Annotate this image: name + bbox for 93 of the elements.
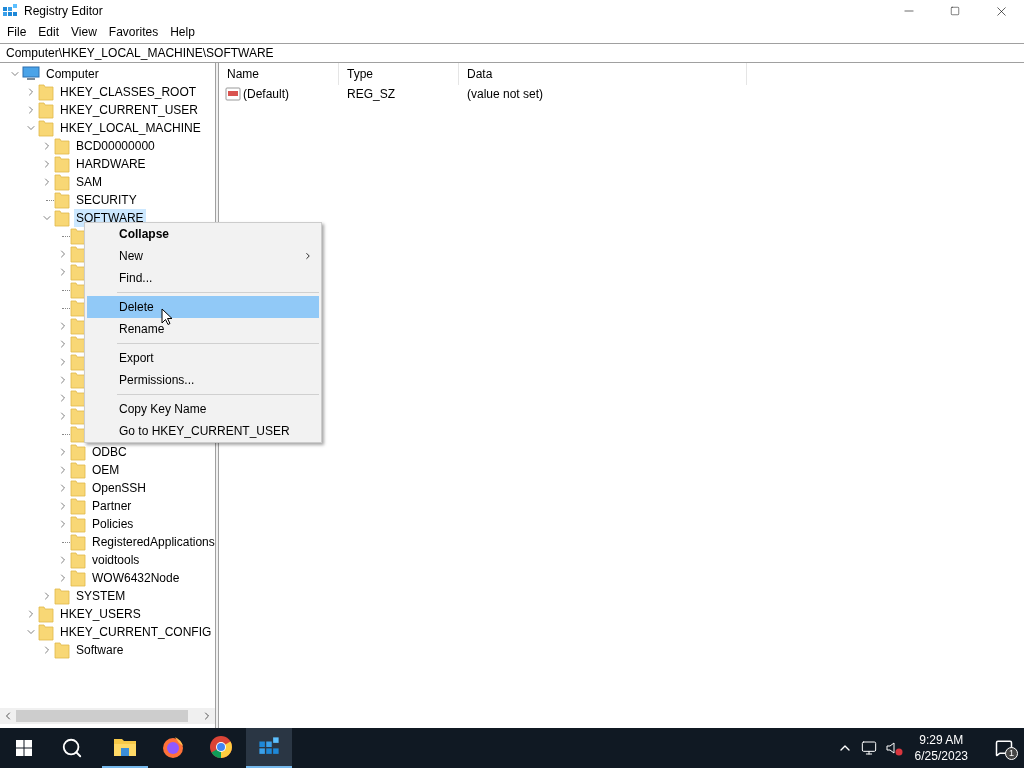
tree-item[interactable]: voidtools — [90, 551, 142, 569]
tree-item[interactable]: Software — [74, 641, 126, 659]
tree-item[interactable]: Policies — [90, 515, 136, 533]
computer-icon — [22, 66, 40, 82]
menu-item[interactable]: Go to HKEY_CURRENT_USER — [87, 420, 319, 442]
folder-icon — [70, 479, 86, 497]
tree-item[interactable]: OEM — [90, 461, 122, 479]
folder-icon — [54, 209, 70, 227]
folder-icon — [70, 551, 86, 569]
menu-item[interactable]: File — [1, 23, 33, 41]
folder-icon — [70, 263, 86, 281]
tree-item[interactable]: SAM — [74, 173, 104, 191]
folder-icon — [54, 137, 70, 155]
folder-icon — [54, 587, 70, 605]
clock-date: 6/25/2023 — [914, 748, 968, 764]
table-cell-text: (Default) — [243, 86, 289, 103]
folder-icon — [38, 119, 54, 137]
tree-item[interactable]: BCD00000000 — [74, 137, 157, 155]
tree-item[interactable]: ODBC — [90, 443, 129, 461]
menu-item[interactable]: Delete — [87, 296, 319, 318]
window-title: Registry Editor — [24, 3, 103, 20]
tree-item[interactable]: HARDWARE — [74, 155, 148, 173]
tree-item[interactable]: Computer — [44, 65, 101, 83]
notification-count: 1 — [1005, 747, 1018, 760]
column-header[interactable]: Name — [219, 63, 339, 85]
folder-icon — [70, 353, 86, 371]
tree-item[interactable]: HKEY_USERS — [58, 605, 143, 623]
folder-icon — [70, 389, 86, 407]
menu-item[interactable]: Help — [164, 23, 201, 41]
browser-icon — [161, 735, 185, 759]
address-bar[interactable]: Computer\HKEY_LOCAL_MACHINE\SOFTWARE — [0, 43, 1024, 63]
search-icon — [61, 737, 83, 759]
menu-item[interactable]: Permissions... — [87, 369, 319, 391]
menu-item[interactable]: View — [65, 23, 103, 41]
folder-icon — [70, 407, 86, 425]
table-cell-text: REG_SZ — [346, 86, 396, 103]
tree-item[interactable]: HKEY_CURRENT_USER — [58, 101, 201, 119]
menu-item[interactable]: New — [87, 245, 319, 267]
folder-icon — [70, 371, 86, 389]
folder-icon — [70, 515, 86, 533]
restore-icon — [950, 6, 960, 16]
menu-item[interactable]: Export — [87, 347, 319, 369]
folder-icon — [70, 317, 86, 335]
tree-item[interactable]: HKEY_LOCAL_MACHINE — [58, 119, 203, 137]
string-value-icon — [225, 86, 241, 102]
folder-icon — [54, 641, 70, 659]
folder-icon — [70, 569, 86, 587]
column-header[interactable]: Data — [459, 63, 747, 85]
folder-icon — [38, 605, 54, 623]
menu-item[interactable]: Rename — [87, 318, 319, 340]
tree-item[interactable]: OpenSSH — [90, 479, 149, 497]
tree-item[interactable]: HKEY_CLASSES_ROOT — [58, 83, 199, 101]
network-icon[interactable] — [860, 740, 877, 756]
folder-icon — [70, 443, 86, 461]
menu-item[interactable]: Find... — [87, 267, 319, 289]
table-cell-text: (value not set) — [466, 86, 544, 103]
folder-icon — [70, 245, 86, 263]
folder-icon — [70, 461, 86, 479]
folder-icon — [38, 83, 54, 101]
folder-icon — [38, 101, 54, 119]
clock-time: 9:29 AM — [919, 732, 964, 748]
tree-item[interactable]: RegisteredApplications — [90, 533, 215, 551]
browser-icon — [209, 735, 233, 759]
menu-item[interactable]: Favorites — [102, 23, 165, 41]
menu-item[interactable]: Edit — [32, 23, 66, 41]
folder-icon — [70, 335, 86, 353]
tree-item[interactable]: SECURITY — [74, 191, 139, 209]
tree-item[interactable]: WOW6432Node — [90, 569, 182, 587]
folder-icon — [70, 533, 86, 551]
folder-icon — [70, 227, 86, 245]
notifications-icon — [995, 739, 1013, 757]
folder-icon — [38, 623, 54, 641]
menu-item[interactable]: Copy Key Name — [87, 398, 319, 420]
scrollbar-thumb[interactable] — [16, 710, 188, 722]
folder-icon — [70, 425, 86, 443]
column-header[interactable]: Type — [339, 63, 459, 85]
folder-icon — [113, 737, 137, 757]
tree-item[interactable]: SYSTEM — [74, 587, 128, 605]
folder-icon — [54, 173, 70, 191]
muted-speaker-icon[interactable] — [884, 740, 903, 756]
folder-icon — [54, 155, 70, 173]
tree-item[interactable]: HKEY_CURRENT_CONFIG — [58, 623, 214, 641]
horizontal-scrollbar[interactable] — [0, 708, 215, 724]
app-icon — [2, 3, 18, 19]
tree-item[interactable]: Partner — [90, 497, 134, 515]
mouse-cursor-icon — [161, 308, 173, 326]
notifications-button[interactable]: 1 — [984, 728, 1024, 768]
taskbar-app[interactable] — [246, 728, 292, 768]
windows-logo-icon — [16, 740, 32, 756]
clock[interactable]: 9:29 AM 6/25/2023 — [906, 732, 976, 764]
folder-icon — [70, 497, 86, 515]
folder-icon — [70, 281, 86, 299]
folder-icon — [54, 191, 70, 209]
